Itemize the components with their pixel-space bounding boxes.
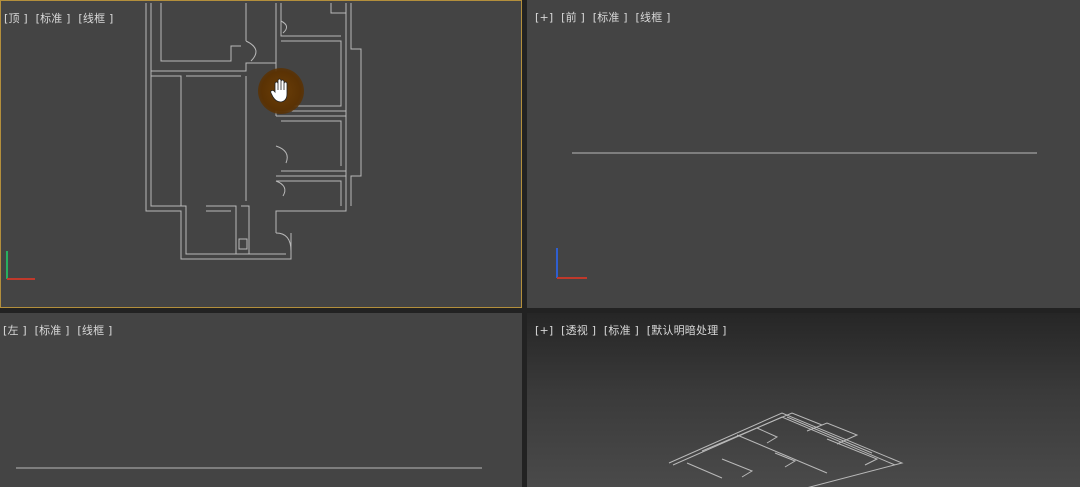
perspective-wireframe[interactable] bbox=[527, 313, 1080, 487]
viewport-top-axis-gizmo bbox=[6, 251, 35, 280]
viewport-top[interactable]: [顶 ] [标准 ] [线框 ] bbox=[0, 0, 522, 308]
left-wireframe[interactable] bbox=[0, 313, 522, 487]
viewport-front-axis-gizmo bbox=[556, 248, 587, 279]
viewport-perspective[interactable]: [+] [透视 ] [标准 ] [默认明暗处理 ] bbox=[527, 313, 1080, 487]
viewport-front[interactable]: [+] [前 ] [标准 ] [线框 ] bbox=[527, 0, 1080, 308]
viewport-left[interactable]: [左 ] [标准 ] [线框 ] bbox=[0, 313, 522, 487]
